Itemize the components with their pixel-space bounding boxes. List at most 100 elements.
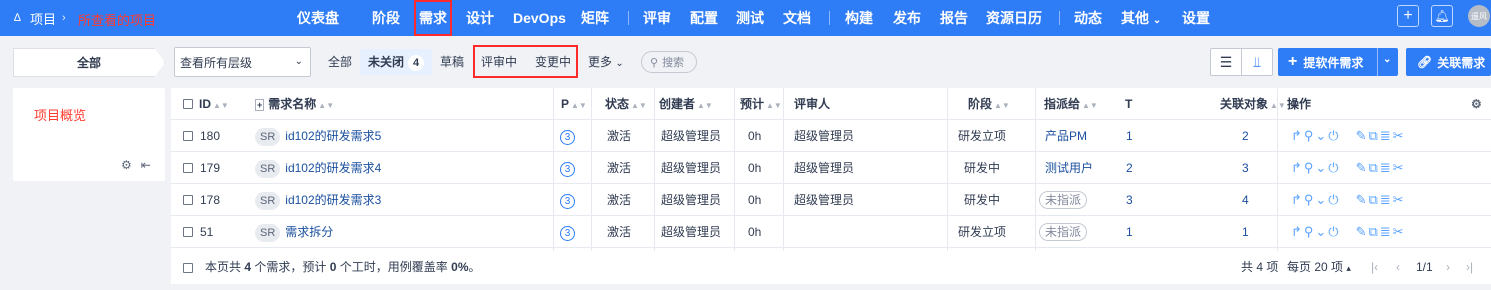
plus-icon[interactable]: + xyxy=(1397,5,1419,27)
select-all-footer-checkbox[interactable] xyxy=(183,263,193,273)
column-header-name[interactable]: + 需求名称 ▲▼ xyxy=(255,88,334,120)
tab-draft[interactable]: 草稿 xyxy=(440,49,464,75)
row-creator: 超级管理员 xyxy=(661,193,722,207)
all-products-switcher[interactable]: 全部 xyxy=(13,48,165,77)
avatar[interactable]: 遥风 xyxy=(1468,5,1490,27)
nav-dashboard[interactable]: 仪表盘 xyxy=(297,0,339,36)
unassigned-badge[interactable]: 未指派 xyxy=(1039,223,1088,241)
nav-settings[interactable]: 设置 xyxy=(1182,0,1210,36)
row-checkbox[interactable] xyxy=(183,131,193,141)
search-input[interactable]: ⚲ 搜索 xyxy=(641,51,697,73)
prev-page-icon[interactable]: ‹ xyxy=(1396,251,1400,284)
gear-icon[interactable]: ⚙ xyxy=(121,158,132,172)
priority-badge: 3 xyxy=(560,130,575,145)
row-assignee[interactable]: 产品PM xyxy=(1045,120,1087,152)
brand[interactable]: ∆ 项目 › 所查看的项目 xyxy=(14,0,156,36)
nav-matrix[interactable]: 矩阵 xyxy=(581,0,609,36)
nav-other[interactable]: 其他 ⌄ xyxy=(1121,0,1161,36)
column-header-assignee[interactable]: 指派给 ▲▼ xyxy=(1044,88,1098,120)
type-badge: SR xyxy=(255,224,281,242)
nav-report[interactable]: 报告 xyxy=(940,0,968,36)
row-name[interactable]: SR id102的研发需求4 xyxy=(255,152,381,184)
column-header-pri[interactable]: P ▲▼ xyxy=(561,88,587,120)
row-linked[interactable]: 2 xyxy=(1242,120,1249,152)
column-header-estimate[interactable]: 预计 ▲▼ xyxy=(740,88,782,120)
row-assignee[interactable]: 未指派 xyxy=(1039,184,1088,216)
nav-build[interactable]: 构建 xyxy=(845,0,873,36)
nav-config[interactable]: 配置 xyxy=(690,0,718,36)
gear-icon[interactable]: ⚙ xyxy=(1471,88,1482,120)
select-all-checkbox[interactable] xyxy=(183,99,193,109)
link-requirement-button[interactable]: 🔗︎ 关联需求 xyxy=(1406,48,1491,76)
row-actions[interactable]: ↱⚲⌄⏻ ✎⧉≣✂ xyxy=(1291,184,1406,216)
nav-review[interactable]: 评审 xyxy=(643,0,671,36)
requirement-link[interactable]: id102的研发需求4 xyxy=(285,161,381,175)
column-header-stage[interactable]: 阶段 ▲▼ xyxy=(968,88,1010,120)
row-name[interactable]: SR id102的研发需求5 xyxy=(255,120,381,152)
nav-release[interactable]: 发布 xyxy=(893,0,921,36)
row-t[interactable]: 1 xyxy=(1126,120,1133,152)
row-reviewer: 超级管理员 xyxy=(794,193,855,207)
row-t[interactable]: 3 xyxy=(1126,184,1133,216)
row-linked[interactable]: 4 xyxy=(1242,184,1249,216)
nav-activity[interactable]: 动态 xyxy=(1074,0,1102,36)
row-assignee[interactable]: 未指派 xyxy=(1039,216,1088,248)
expand-all-icon[interactable]: + xyxy=(255,99,265,111)
column-header-linked[interactable]: 关联对象 ▲▼ xyxy=(1220,88,1286,120)
page-indicator: 1/1 xyxy=(1416,260,1433,274)
row-actions[interactable]: ↱⚲⌄⏻ ✎⧉≣✂ xyxy=(1291,216,1406,248)
level-select[interactable]: 查看所有层级 ⌄ xyxy=(174,47,311,77)
nav-docs[interactable]: 文档 xyxy=(783,0,811,36)
unassigned-badge[interactable]: 未指派 xyxy=(1039,191,1088,209)
row-t[interactable]: 1 xyxy=(1126,216,1133,248)
column-header-creator[interactable]: 创建者 ▲▼ xyxy=(659,88,713,120)
tab-all[interactable]: 全部 xyxy=(328,49,352,75)
row-actions[interactable]: ↱⚲⌄⏻ ✎⧉≣✂ xyxy=(1291,120,1406,152)
row-linked[interactable]: 1 xyxy=(1242,216,1249,248)
requirement-link[interactable]: id102的研发需求5 xyxy=(285,129,381,143)
nav-design[interactable]: 设计 xyxy=(466,0,494,36)
row-checkbox[interactable] xyxy=(183,163,193,173)
nav-devops[interactable]: DevOps xyxy=(513,0,566,36)
nav-resource-calendar[interactable]: 资源日历 xyxy=(986,0,1042,36)
project-overview-title[interactable]: 项目概览 xyxy=(34,105,86,124)
nav-divider xyxy=(829,11,830,25)
row-t[interactable]: 2 xyxy=(1126,152,1133,184)
nav-stage[interactable]: 阶段 xyxy=(372,0,400,36)
row-name[interactable]: SR id102的研发需求3 xyxy=(255,184,381,216)
row-actions[interactable]: ↱⚲⌄⏻ ✎⧉≣✂ xyxy=(1291,152,1406,184)
project-name[interactable]: 所查看的项目 xyxy=(78,10,156,29)
column-header-status[interactable]: 状态 ▲▼ xyxy=(605,88,647,120)
column-header-reviewer[interactable]: 评审人 xyxy=(794,88,830,120)
last-page-icon[interactable]: ›| xyxy=(1466,251,1473,284)
type-badge: SR xyxy=(255,192,281,210)
nav-test[interactable]: 测试 xyxy=(736,0,764,36)
requirement-link[interactable]: 需求拆分 xyxy=(285,225,333,239)
nav-divider xyxy=(628,11,629,25)
row-name[interactable]: SR 需求拆分 xyxy=(255,216,333,248)
requirements-table: ID ▲▼ + 需求名称 ▲▼ P ▲▼ 状态 ▲▼ 创建者 ▲▼ 预计 ▲▼ 评审人 阶段 ▲… xyxy=(171,88,1491,284)
tree-view-icon[interactable]: ⫫ xyxy=(1241,49,1272,75)
list-view-icon[interactable]: ☰ xyxy=(1211,49,1241,75)
row-checkbox[interactable] xyxy=(183,227,193,237)
collapse-icon[interactable]: ⇤ xyxy=(141,158,151,172)
create-requirement-button[interactable]: + 提软件需求 ⌄ xyxy=(1278,48,1398,76)
tab-unclosed[interactable]: 未关闭 4 xyxy=(360,49,433,75)
next-page-icon[interactable]: › xyxy=(1446,251,1450,284)
row-linked[interactable]: 3 xyxy=(1242,152,1249,184)
total-count: 共 4 项 xyxy=(1241,260,1279,274)
per-page-select[interactable]: 每页 20 项 ▴ xyxy=(1287,251,1351,284)
priority-badge: 3 xyxy=(560,226,575,241)
chevron-down-icon[interactable]: ⌄ xyxy=(1383,54,1391,65)
row-estimate: 0h xyxy=(748,129,762,143)
tab-more[interactable]: 更多 ⌄ xyxy=(588,49,624,75)
column-header-id[interactable]: ID ▲▼ xyxy=(199,88,229,120)
bell-icon[interactable]: 🔔︎ xyxy=(1431,5,1453,27)
row-assignee[interactable]: 测试用户 xyxy=(1045,152,1093,184)
nav-divider xyxy=(1059,11,1060,25)
row-pri: 3 xyxy=(560,120,575,152)
requirement-link[interactable]: id102的研发需求3 xyxy=(285,193,381,207)
row-checkbox[interactable] xyxy=(183,195,193,205)
first-page-icon[interactable]: |‹ xyxy=(1371,251,1378,284)
column-header-t[interactable]: T xyxy=(1125,88,1132,120)
